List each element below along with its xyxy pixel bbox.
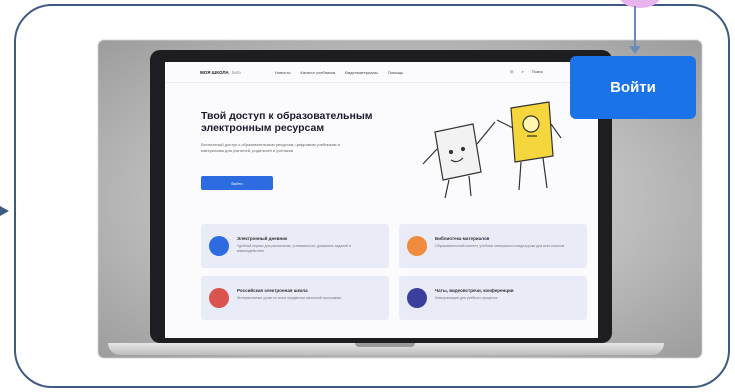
- arrow-head-icon: [629, 46, 641, 54]
- hero-illustration: [422, 101, 562, 199]
- site-logo-suffix: beta: [232, 70, 241, 75]
- diary-icon: [209, 236, 229, 256]
- login-button[interactable]: Войти: [570, 56, 696, 119]
- card-title: Электронный дневник: [237, 236, 288, 241]
- card-text: Интерактивные уроки по всем предметам шк…: [237, 296, 342, 300]
- service-card[interactable]: Чаты, видеовстречи, конференции Коммуник…: [399, 276, 587, 320]
- card-title: Библиотека материалов: [435, 236, 490, 241]
- card-text: Образовательный контент, учебные материа…: [435, 244, 565, 248]
- nav-right: ◎ ⌕ Поиск: [510, 69, 543, 74]
- hero-title: Твой доступ к образовательным электронны…: [201, 110, 373, 134]
- yellow-card-character: [496, 101, 562, 191]
- library-icon: [407, 236, 427, 256]
- hero-login-button[interactable]: Войти: [201, 176, 273, 190]
- service-card[interactable]: Электронный дневник Удобный сервис для р…: [201, 224, 389, 268]
- card-title: Чаты, видеовстречи, конференции: [435, 288, 514, 293]
- left-arrow-icon: [0, 206, 9, 216]
- white-card-character: [422, 121, 496, 199]
- pointer-arrow-icon: [634, 6, 636, 50]
- hero-text: Бесплатный доступ к образовательным ресу…: [201, 142, 340, 153]
- accessibility-icon[interactable]: ◎: [510, 69, 514, 74]
- card-title: Российская электронная школа: [237, 288, 308, 293]
- school-icon: [209, 288, 229, 308]
- site-logo-text: МОЯ ШКОЛА: [200, 70, 229, 75]
- search-icon[interactable]: ⌕: [522, 69, 524, 74]
- laptop-screen: МОЯ ШКОЛА beta Новости Каталог учебников…: [165, 62, 598, 338]
- search-label[interactable]: Поиск: [532, 69, 543, 74]
- card-text: Коммуникация для учебного процесса: [435, 296, 498, 300]
- card-text: Удобный сервис для расписания, успеваемо…: [237, 244, 352, 253]
- service-card[interactable]: Российская электронная школа Интерактивн…: [201, 276, 389, 320]
- nav-link[interactable]: Помощь: [388, 70, 403, 75]
- chat-icon: [407, 288, 427, 308]
- nav-link[interactable]: Новости: [275, 70, 290, 75]
- nav-link[interactable]: Видеоматериалы: [345, 70, 377, 75]
- nav-links: Новости Каталог учебников Видеоматериалы…: [275, 70, 403, 75]
- laptop-notch: [355, 343, 415, 347]
- service-card[interactable]: Библиотека материалов Образовательный ко…: [399, 224, 587, 268]
- nav-link[interactable]: Каталог учебников: [300, 70, 335, 75]
- site-logo[interactable]: МОЯ ШКОЛА beta: [200, 70, 241, 75]
